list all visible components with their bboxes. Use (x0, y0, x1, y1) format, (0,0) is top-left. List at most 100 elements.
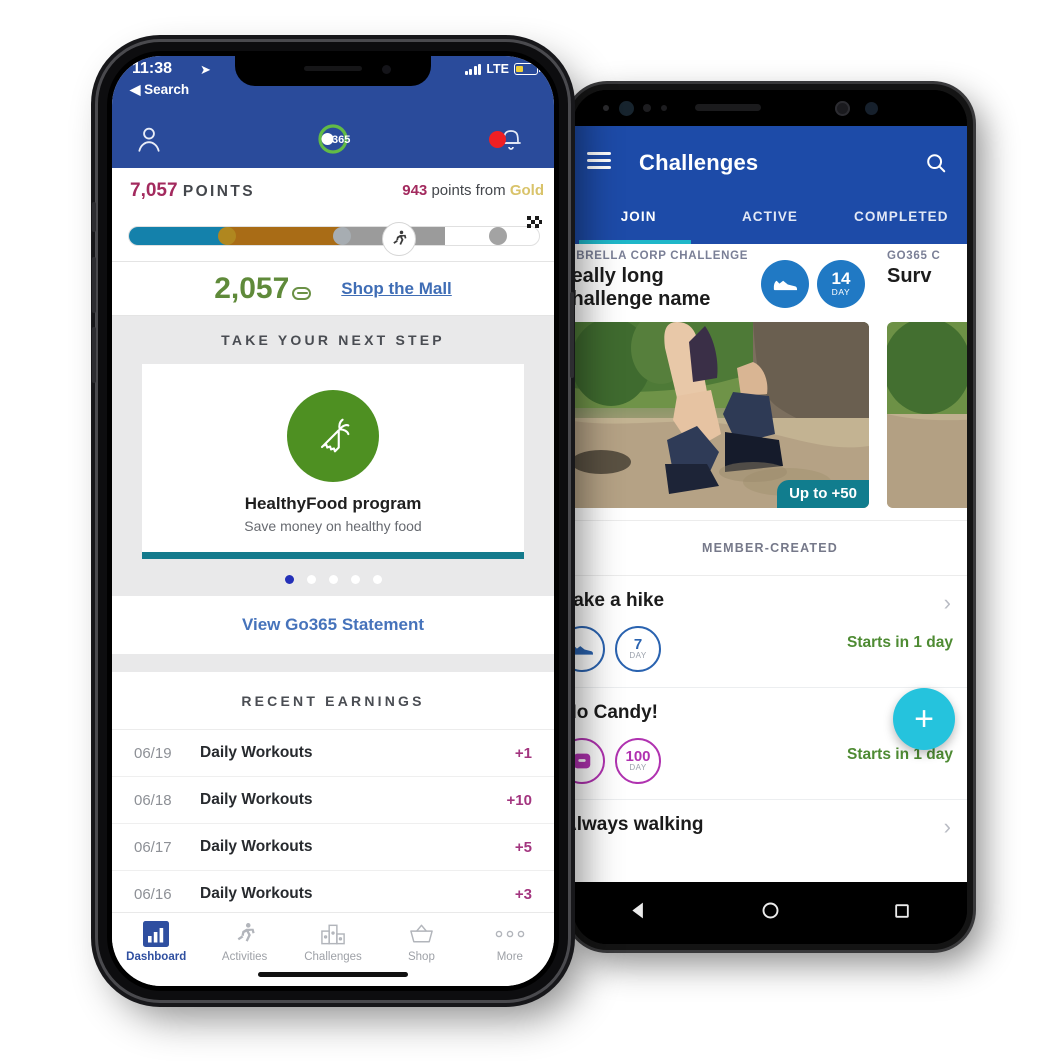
search-icon[interactable] (925, 152, 947, 174)
android-screen: Challenges JOIN ACTIVE COMPLETED UMBRELL… (573, 126, 967, 882)
carousel-dot[interactable] (306, 575, 316, 584)
notification-badge (489, 131, 506, 148)
signal-bars-icon (464, 63, 482, 75)
home-circle-icon[interactable] (760, 900, 781, 926)
challenge-status: Starts in 1 day (847, 634, 953, 651)
bucks-row: 2,057 Shop the Mall (112, 262, 554, 316)
earning-date: 06/19 (134, 744, 172, 762)
points-remaining-text: points from (431, 182, 506, 199)
member-challenge-row[interactable]: Always walking › (573, 800, 967, 882)
android-system-navbar (573, 882, 967, 944)
runner-progress-marker (382, 221, 417, 256)
ios-nav-bar: 365 (112, 112, 554, 168)
carousel-dot[interactable] (372, 575, 382, 584)
chevron-right-icon: › (943, 590, 951, 615)
view-statement-link[interactable]: View Go365 Statement (242, 615, 424, 635)
bucks-coin-icon (292, 286, 312, 300)
earning-label: Daily Workouts (200, 838, 313, 855)
scale-icon (573, 738, 605, 784)
shoe-icon (573, 626, 605, 672)
earning-date: 06/17 (134, 838, 172, 856)
tab-more[interactable]: More (466, 919, 554, 986)
tier-progress-section (112, 216, 554, 262)
tab-dashboard[interactable]: Dashboard (112, 919, 200, 986)
carousel-dot[interactable] (350, 575, 360, 584)
member-challenge-icons: 100 DAY (573, 738, 661, 784)
carousel-dot[interactable] (328, 575, 338, 584)
challenge-photo (887, 322, 967, 508)
volume-up-button (92, 257, 96, 313)
battery-icon (514, 63, 541, 75)
member-challenge-icons: 7 DAY (573, 626, 661, 672)
challenge-status: Starts in 1 day (847, 746, 953, 763)
member-challenge-title: No Candy! (573, 702, 658, 723)
android-phone-device: Challenges JOIN ACTIVE COMPLETED UMBRELL… (567, 84, 973, 950)
earpiece-speaker (695, 104, 761, 111)
points-total: 7,057 POINTS (130, 180, 255, 202)
recent-earnings-header: RECENT EARNINGS (112, 672, 554, 730)
next-step-header: TAKE YOUR NEXT STEP (221, 332, 445, 348)
tab-completed[interactable]: COMPLETED (836, 200, 967, 244)
reward-badge: Up to +50 (777, 480, 869, 508)
bell-icon[interactable] (489, 124, 526, 154)
iphone-notch (235, 56, 431, 86)
front-camera-icon (382, 65, 391, 74)
back-to-search-link[interactable]: ◀ Search (130, 82, 189, 98)
duration-value: 7 (633, 635, 643, 653)
android-content: UMBRELLA CORP CHALLENGE Really long Chal… (573, 244, 967, 882)
user-icon[interactable] (134, 124, 164, 154)
finish-flag-icon (527, 216, 542, 229)
shop-the-mall-link[interactable]: Shop the Mall (341, 279, 452, 299)
tab-join[interactable]: JOIN (573, 200, 704, 244)
tier-segment-bronze (227, 227, 343, 245)
add-challenge-fab[interactable]: + (893, 688, 955, 750)
duration-unit: DAY (629, 763, 647, 773)
recents-square-icon[interactable] (892, 901, 912, 926)
table-row[interactable]: 06/18 Daily Workouts +10 (112, 777, 554, 824)
tab-label: Challenges (304, 951, 362, 963)
earning-date: 06/16 (134, 885, 172, 903)
points-to-next-tier: 943 points from Gold (402, 182, 544, 199)
svg-text:365: 365 (332, 134, 350, 146)
points-summary-row: 7,057 POINTS 943 points from Gold (112, 168, 554, 216)
points-label: POINTS (182, 183, 255, 200)
challenge-badges: 14 DAY (761, 260, 865, 308)
challenge-sponsor: GO365 C (887, 250, 941, 262)
earning-label: Daily Workouts (200, 885, 313, 902)
tier-node-silver (333, 227, 352, 245)
back-triangle-icon[interactable] (628, 900, 649, 926)
next-step-card[interactable]: HealthyFood program Save money on health… (142, 364, 524, 552)
tier-node-gold (489, 227, 507, 245)
status-time: 11:38 (132, 60, 173, 77)
podium-icon (289, 919, 377, 949)
tier-progress-bar[interactable] (128, 226, 540, 246)
carousel-dots[interactable] (112, 575, 554, 584)
earning-points: +10 (506, 791, 532, 809)
table-row[interactable]: 06/17 Daily Workouts +5 (112, 824, 554, 871)
member-challenge-row[interactable]: Take a hike › 7 DAY Starts in 1 day (573, 576, 967, 688)
table-row[interactable]: 06/19 Daily Workouts +1 (112, 730, 554, 777)
android-bezel: Challenges JOIN ACTIVE COMPLETED UMBRELL… (573, 90, 967, 944)
sensor-dot (603, 105, 609, 111)
tab-active[interactable]: ACTIVE (704, 200, 835, 244)
home-indicator[interactable] (258, 972, 408, 977)
mute-switch (92, 202, 96, 232)
duration-unit: DAY (629, 651, 647, 661)
ios-screen: 11:38 ➤ ◀ Search LTE 365 7,057 POINTS 94… (112, 56, 554, 986)
challenge-card[interactable]: GO365 C Surv (883, 244, 967, 508)
section-divider (112, 654, 554, 672)
tier-node-bronze (218, 227, 237, 245)
carousel-dot[interactable] (284, 575, 294, 584)
chevron-right-icon: › (943, 814, 951, 839)
featured-challenge-carousel[interactable]: UMBRELLA CORP CHALLENGE Really long Chal… (573, 244, 967, 520)
power-button (570, 292, 574, 378)
location-arrow-icon: ➤ (200, 62, 211, 77)
earpiece-speaker (304, 66, 362, 71)
hamburger-icon[interactable] (587, 152, 611, 170)
challenge-card[interactable]: UMBRELLA CORP CHALLENGE Really long Chal… (573, 244, 871, 508)
challenge-name-line1: Really long (573, 265, 664, 287)
statement-section: View Go365 Statement (112, 596, 554, 654)
sensor-dot (643, 104, 651, 112)
table-row[interactable]: 06/16 Daily Workouts +3 (112, 871, 554, 918)
next-step-section: TAKE YOUR NEXT STEP HealthyFood program … (112, 316, 554, 596)
